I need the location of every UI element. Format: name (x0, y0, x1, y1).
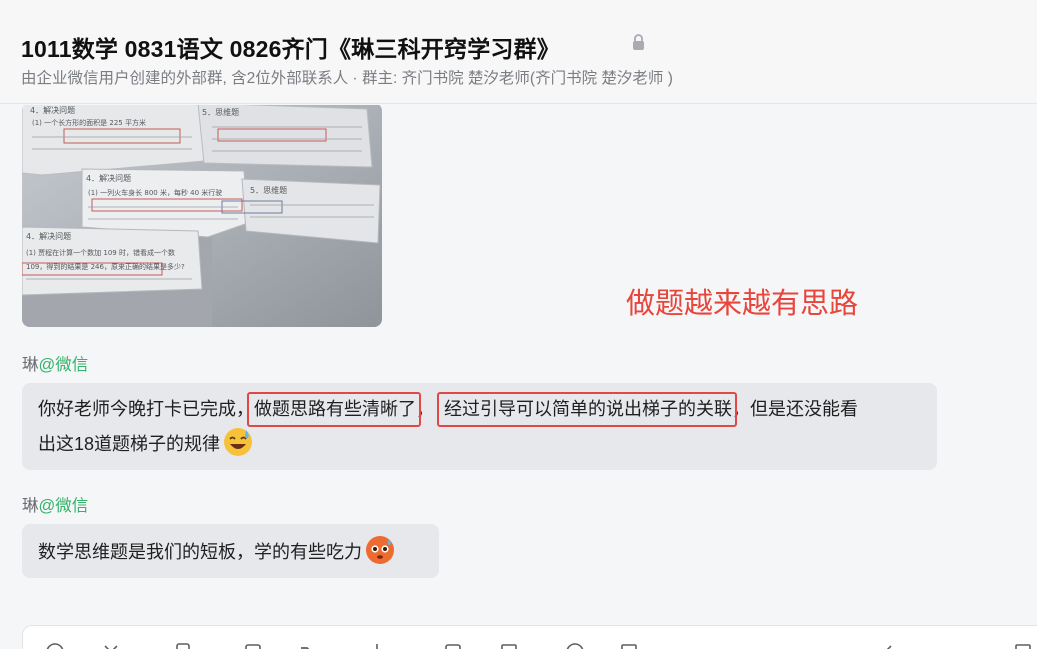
message-text: ，但是还没能看 (732, 399, 858, 419)
note-icon[interactable] (619, 642, 639, 649)
message-bubble[interactable]: 你好老师今晚打卡已完成，做题思路有些清晰了， 经过引导可以简单的说出梯子的关联，但… (22, 383, 937, 470)
pleading-face-emoji (366, 536, 394, 564)
emoji-icon[interactable] (45, 642, 65, 649)
highlighted-text: 经过引导可以简单的说出梯子的关联 (444, 399, 732, 419)
photo-line-c: (1) 贾程在计算一个数加 109 时，错看成一个数 (26, 248, 175, 257)
highlighted-text: 做题思路有些清晰了 (254, 399, 416, 419)
message-text: 出这18道题梯子的规律 (38, 434, 221, 454)
sender-name: 琳 (22, 356, 39, 374)
sender-wechat-tag: @微信 (38, 356, 89, 374)
history-icon[interactable] (1013, 642, 1033, 649)
message-bubble[interactable]: 数学思维题是我们的短板，学的有些吃力 (22, 524, 439, 578)
location-icon[interactable] (367, 642, 387, 649)
group-title: 1011数学 0831语文 0826齐门《琳三科开窍学习群》 (21, 36, 561, 62)
scissors-icon[interactable] (101, 642, 121, 649)
annotation-text: 做题越来越有思路 (626, 288, 859, 320)
photo-section-4c: 4．解决问题 (26, 231, 71, 241)
sweat-laugh-emoji (224, 428, 253, 456)
homework-photo[interactable]: 4．解决问题 5．思维题 (1) 一个长方形的面积是 225 平方米 4．解决问… (22, 105, 382, 327)
photo-line-b: (1) 一列火车身长 800 米，每秒 40 米行驶 (88, 188, 222, 197)
message-sender: 琳@微信 (22, 351, 88, 375)
photo-line-d: 109，得到的结果是 246，原来正确的结果是多少? (26, 262, 185, 271)
photo-section-5b: 5．思维题 (250, 185, 287, 195)
photo-line-a: (1) 一个长方形的面积是 225 平方米 (32, 118, 146, 127)
message-list[interactable]: 4．解决问题 5．思维题 (1) 一个长方形的面积是 225 平方米 4．解决问… (0, 105, 1037, 649)
sender-name: 琳 (22, 497, 39, 515)
more-icon[interactable] (953, 642, 973, 649)
message-text: 数学思维题是我们的短板，学的有些吃力 (38, 542, 362, 562)
sender-wechat-tag: @微信 (38, 497, 89, 515)
group-subtitle: 由企业微信用户创建的外部群, 含2位外部联系人 · 群主: 齐门书院 楚汐老师(… (21, 70, 673, 87)
image-icon[interactable] (243, 642, 263, 649)
calendar-icon[interactable] (443, 642, 463, 649)
message-sender: 琳@微信 (22, 492, 88, 516)
pen-icon[interactable] (875, 642, 895, 649)
photo-section-4a: 4．解决问题 (30, 105, 75, 115)
document-icon[interactable] (499, 642, 519, 649)
message-input-toolbar[interactable] (22, 625, 1037, 649)
folder-icon[interactable] (299, 642, 319, 649)
lock-icon[interactable] (631, 33, 646, 51)
file-icon[interactable] (173, 642, 193, 649)
message-text: 你好老师今晚打卡已完成， (38, 399, 254, 419)
clock-icon[interactable] (565, 642, 585, 649)
photo-section-5a: 5．思维题 (202, 107, 239, 117)
photo-section-4b: 4．解决问题 (86, 173, 131, 183)
chat-header: 1011数学 0831语文 0826齐门《琳三科开窍学习群》 由企业微信用户创建… (0, 0, 1037, 104)
